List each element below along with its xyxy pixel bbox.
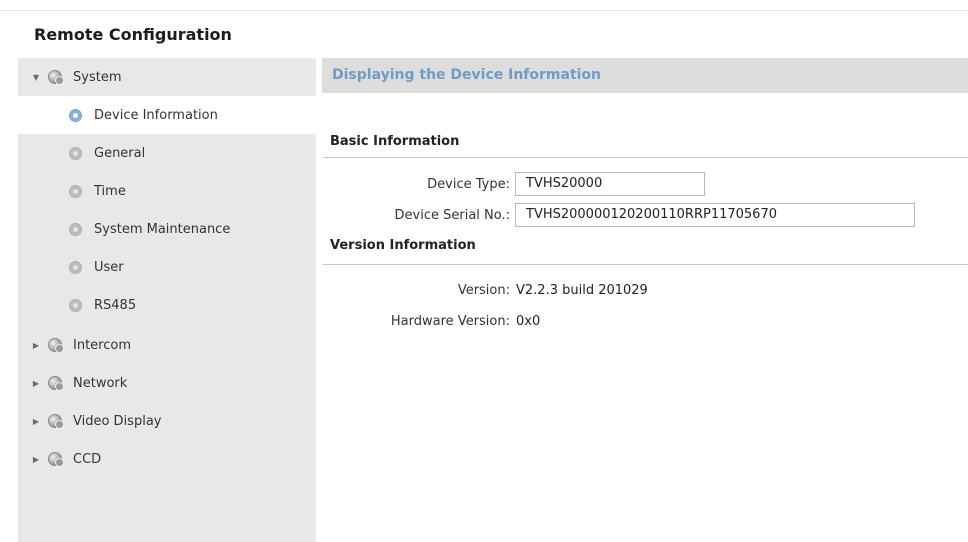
- sidebar-item-label: Device Information: [94, 107, 218, 123]
- gear-icon: [69, 108, 82, 122]
- hardware-version-value: 0x0: [516, 314, 541, 329]
- device-serial-label: Device Serial No.:: [394, 208, 510, 223]
- sidebar-item-label: Intercom: [73, 337, 131, 353]
- device-type-label: Device Type:: [427, 177, 510, 192]
- sidebar-item-network[interactable]: ▶ Network: [18, 364, 316, 402]
- sidebar-item-user[interactable]: User: [18, 248, 316, 286]
- collapsed-arrow-icon[interactable]: ▶: [31, 379, 41, 388]
- gear-icon: [69, 222, 82, 236]
- sidebar-item-label: System: [73, 69, 122, 85]
- sidebar-item-general[interactable]: General: [18, 134, 316, 172]
- sidebar-tree: ▼ System Device Information General Time…: [18, 58, 316, 542]
- video-display-category-icon: [48, 414, 64, 429]
- basic-information-heading: Basic Information: [330, 134, 460, 149]
- gear-icon: [69, 298, 82, 312]
- sidebar-item-label: Time: [94, 183, 126, 199]
- version-information-heading: Version Information: [330, 238, 476, 253]
- sidebar-item-label: Video Display: [73, 413, 162, 429]
- gear-icon: [69, 260, 82, 274]
- sidebar-item-ccd[interactable]: ▶ CCD: [18, 440, 316, 478]
- device-type-field[interactable]: TVHS20000: [515, 172, 705, 196]
- sidebar-item-rs485[interactable]: RS485: [18, 286, 316, 324]
- gear-icon: [69, 146, 82, 160]
- sidebar-item-intercom[interactable]: ▶ Intercom: [18, 326, 316, 364]
- sidebar-item-label: RS485: [94, 297, 137, 313]
- sidebar-item-time[interactable]: Time: [18, 172, 316, 210]
- gear-icon: [69, 184, 82, 198]
- sidebar-item-device-information[interactable]: Device Information: [18, 96, 316, 134]
- sidebar-item-system[interactable]: ▼ System: [18, 58, 316, 96]
- sidebar-item-label: System Maintenance: [94, 221, 231, 237]
- sidebar-item-label: User: [94, 259, 124, 275]
- sidebar-item-label: Network: [73, 375, 128, 391]
- page-title: Displaying the Device Information: [332, 67, 602, 83]
- sidebar-item-system-maintenance[interactable]: System Maintenance: [18, 210, 316, 248]
- version-label: Version:: [457, 283, 510, 298]
- top-divider: [0, 10, 968, 11]
- expanded-arrow-icon[interactable]: ▼: [31, 73, 41, 82]
- system-category-icon: [48, 70, 64, 85]
- device-serial-field[interactable]: TVHS200000120200110RRP11705670: [515, 203, 915, 227]
- section-divider: [323, 157, 968, 158]
- ccd-category-icon: [48, 452, 64, 467]
- sidebar-item-label: CCD: [73, 451, 102, 467]
- page-header: Displaying the Device Information: [322, 58, 968, 93]
- intercom-category-icon: [48, 338, 64, 353]
- version-value: V2.2.3 build 201029: [516, 283, 648, 298]
- collapsed-arrow-icon[interactable]: ▶: [31, 417, 41, 426]
- collapsed-arrow-icon[interactable]: ▶: [31, 455, 41, 464]
- sidebar-item-label: General: [94, 145, 146, 161]
- collapsed-arrow-icon[interactable]: ▶: [31, 341, 41, 350]
- sidebar-item-video-display[interactable]: ▶ Video Display: [18, 402, 316, 440]
- network-category-icon: [48, 376, 64, 391]
- hardware-version-label: Hardware Version:: [390, 314, 510, 329]
- app-title: Remote Configuration: [34, 25, 232, 44]
- section-divider: [323, 264, 968, 265]
